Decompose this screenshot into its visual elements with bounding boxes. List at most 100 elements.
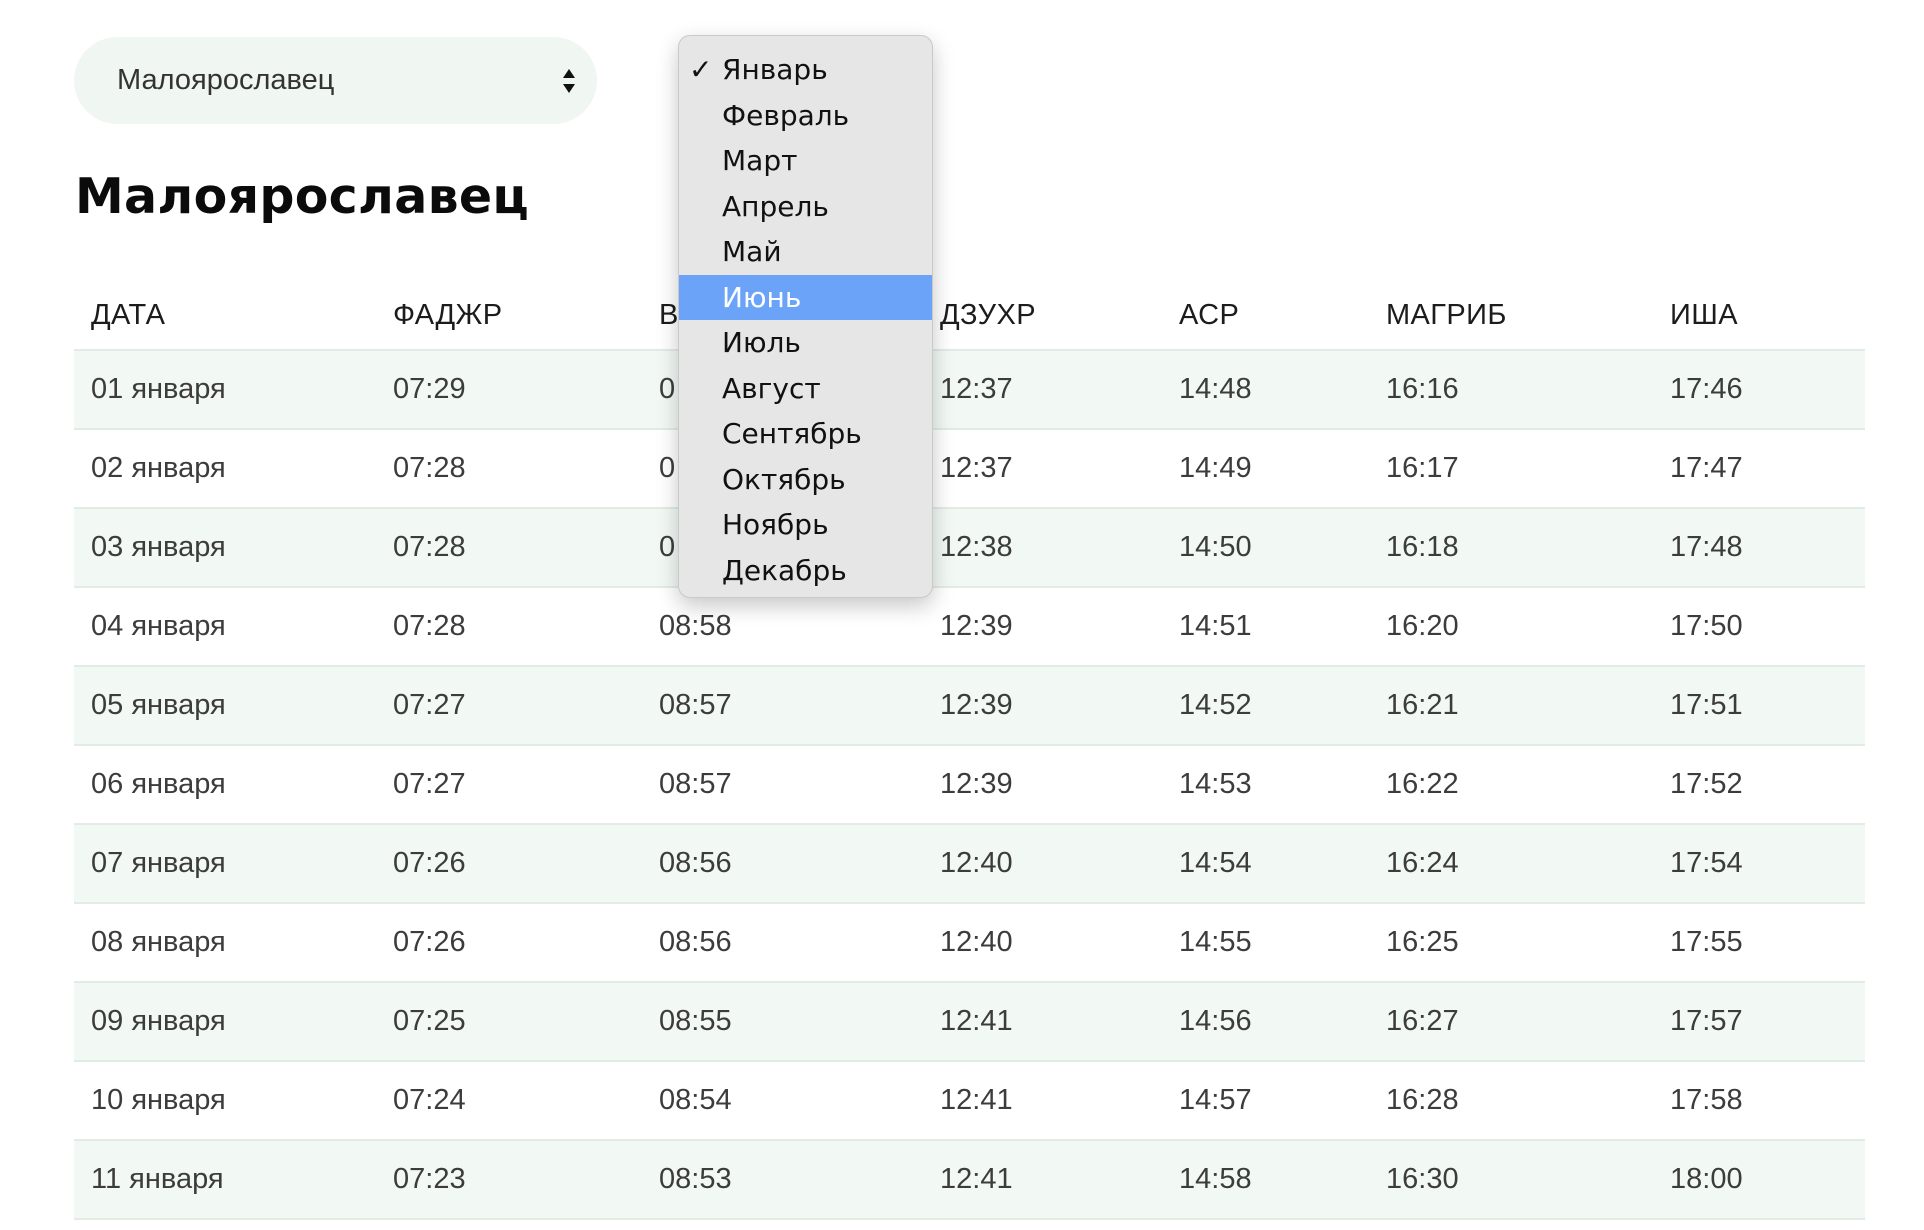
sunrise-cell: 08:54 xyxy=(642,1061,923,1141)
date-cell: 09 января xyxy=(74,982,376,1062)
isha-cell: 17:55 xyxy=(1653,903,1865,983)
maghrib-cell: 16:24 xyxy=(1369,824,1653,904)
date-cell: 04 января xyxy=(74,587,376,667)
asr-cell: 14:54 xyxy=(1162,824,1369,904)
asr-cell: 14:50 xyxy=(1162,508,1369,588)
table-row: 11 января 07:23 08:53 12:41 14:58 16:30 18:00 xyxy=(74,1140,1865,1220)
month-option[interactable]: Август xyxy=(679,366,932,412)
fajr-cell: 07:27 xyxy=(376,745,642,825)
maghrib-cell: 16:18 xyxy=(1369,508,1653,588)
city-select-value: Малоярославец xyxy=(117,64,335,96)
table-row: 01 января 07:29 0 12:37 14:48 16:16 17:46 xyxy=(74,350,1865,430)
asr-cell: 14:51 xyxy=(1162,587,1369,667)
month-option-label: Апрель xyxy=(722,189,829,223)
month-option[interactable]: Май xyxy=(679,229,932,275)
fajr-cell: 07:28 xyxy=(376,429,642,509)
column-header-dhuhr: ДЗУХР xyxy=(923,281,1162,351)
month-option-label: Август xyxy=(722,371,821,405)
city-select[interactable]: Малоярославец xyxy=(74,37,597,124)
isha-cell: 17:50 xyxy=(1653,587,1865,667)
table-row: 05 января 07:27 08:57 12:39 14:52 16:21 17:51 xyxy=(74,666,1865,746)
isha-cell: 17:52 xyxy=(1653,745,1865,825)
table-row: 07 января 07:26 08:56 12:40 14:54 16:24 17:54 xyxy=(74,824,1865,904)
dhuhr-cell: 12:37 xyxy=(923,350,1162,430)
dhuhr-cell: 12:37 xyxy=(923,429,1162,509)
isha-cell: 17:54 xyxy=(1653,824,1865,904)
month-option-label: Июль xyxy=(722,326,801,359)
fajr-cell: 07:26 xyxy=(376,824,642,904)
isha-cell: 17:51 xyxy=(1653,666,1865,746)
sunrise-cell: 08:56 xyxy=(642,824,923,904)
asr-cell: 14:48 xyxy=(1162,350,1369,430)
fajr-cell: 07:26 xyxy=(376,903,642,983)
dhuhr-cell: 12:41 xyxy=(923,982,1162,1062)
dhuhr-cell: 12:38 xyxy=(923,508,1162,588)
month-option[interactable]: Июнь xyxy=(679,274,932,320)
dhuhr-cell: 12:41 xyxy=(923,1140,1162,1220)
month-option-label: Ноябрь xyxy=(722,508,829,541)
month-option[interactable]: Июль xyxy=(679,320,932,366)
month-option-label: Июнь xyxy=(722,280,802,314)
asr-cell: 14:58 xyxy=(1162,1140,1369,1220)
date-cell: 11 января xyxy=(74,1140,376,1220)
asr-cell: 14:56 xyxy=(1162,982,1369,1062)
column-header-fajr: ФАДЖР xyxy=(376,281,642,351)
column-header-asr: АСР xyxy=(1162,281,1369,351)
dhuhr-cell: 12:40 xyxy=(923,824,1162,904)
month-dropdown-menu[interactable]: ✓ Январь Февраль Март Апрель Май Июнь Июль Авгус… xyxy=(678,35,933,598)
maghrib-cell: 16:21 xyxy=(1369,666,1653,746)
isha-cell: 17:47 xyxy=(1653,429,1865,509)
maghrib-cell: 16:17 xyxy=(1369,429,1653,509)
dhuhr-cell: 12:41 xyxy=(923,1061,1162,1141)
asr-cell: 14:53 xyxy=(1162,745,1369,825)
up-down-arrows-icon xyxy=(563,68,575,93)
asr-cell: 14:55 xyxy=(1162,903,1369,983)
date-cell: 02 января xyxy=(74,429,376,509)
date-cell: 05 января xyxy=(74,666,376,746)
fajr-cell: 07:28 xyxy=(376,587,642,667)
date-cell: 08 января xyxy=(74,903,376,983)
isha-cell: 17:58 xyxy=(1653,1061,1865,1141)
month-option[interactable]: Сентябрь xyxy=(679,411,932,457)
sunrise-cell: 08:58 xyxy=(642,587,923,667)
dhuhr-cell: 12:39 xyxy=(923,745,1162,825)
table-row: 02 января 07:28 0 12:37 14:49 16:17 17:47 xyxy=(74,429,1865,509)
month-option[interactable]: Октябрь xyxy=(679,457,932,503)
month-option-label: Январь xyxy=(722,53,828,86)
maghrib-cell: 16:30 xyxy=(1369,1140,1653,1220)
maghrib-cell: 16:25 xyxy=(1369,903,1653,983)
month-option[interactable]: Апрель xyxy=(679,184,932,230)
column-header-date: ДАТА xyxy=(74,281,376,351)
column-header-maghrib: МАГРИБ xyxy=(1369,281,1653,351)
page-title: Малоярославец xyxy=(75,168,530,225)
fajr-cell: 07:23 xyxy=(376,1140,642,1220)
table-row: 06 января 07:27 08:57 12:39 14:53 16:22 17:52 xyxy=(74,745,1865,825)
sunrise-cell: 08:55 xyxy=(642,982,923,1062)
table-body: 01 января 07:29 0 12:37 14:48 16:16 17:46 02 ян… xyxy=(74,350,1865,1220)
sunrise-cell: 08:56 xyxy=(642,903,923,983)
table-row: 10 января 07:24 08:54 12:41 14:57 16:28 17:58 xyxy=(74,1061,1865,1141)
month-option[interactable]: Ноябрь xyxy=(679,502,932,548)
maghrib-cell: 16:22 xyxy=(1369,745,1653,825)
maghrib-cell: 16:28 xyxy=(1369,1061,1653,1141)
table-row: 08 января 07:26 08:56 12:40 14:55 16:25 17:55 xyxy=(74,903,1865,983)
fajr-cell: 07:29 xyxy=(376,350,642,430)
sunrise-cell: 08:53 xyxy=(642,1140,923,1220)
sunrise-cell: 08:57 xyxy=(642,666,923,746)
asr-cell: 14:52 xyxy=(1162,666,1369,746)
dhuhr-cell: 12:39 xyxy=(923,666,1162,746)
fajr-cell: 07:28 xyxy=(376,508,642,588)
date-cell: 01 января xyxy=(74,350,376,430)
fajr-cell: 07:25 xyxy=(376,982,642,1062)
month-option-label: Май xyxy=(722,235,782,268)
month-option[interactable]: Март xyxy=(679,138,932,184)
asr-cell: 14:57 xyxy=(1162,1061,1369,1141)
date-cell: 07 января xyxy=(74,824,376,904)
month-option[interactable]: Февраль xyxy=(679,93,932,139)
maghrib-cell: 16:20 xyxy=(1369,587,1653,667)
maghrib-cell: 16:16 xyxy=(1369,350,1653,430)
month-option[interactable]: ✓ Январь xyxy=(679,47,932,93)
isha-cell: 17:57 xyxy=(1653,982,1865,1062)
month-option[interactable]: Декабрь xyxy=(679,548,932,594)
date-cell: 06 января xyxy=(74,745,376,825)
